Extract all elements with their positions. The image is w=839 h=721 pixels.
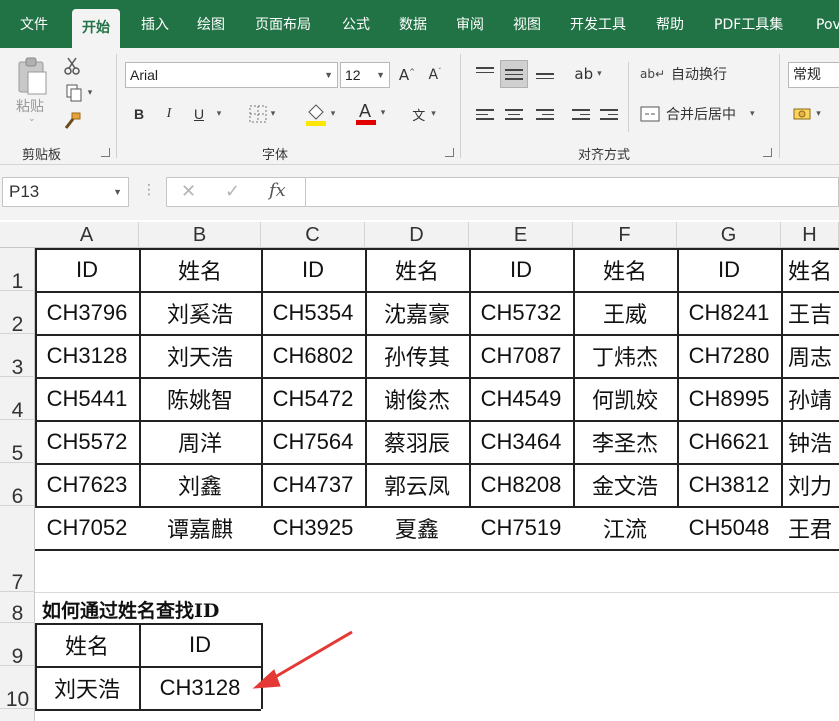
red-arrow-annotation <box>252 630 353 689</box>
annotation-layer <box>252 630 353 689</box>
